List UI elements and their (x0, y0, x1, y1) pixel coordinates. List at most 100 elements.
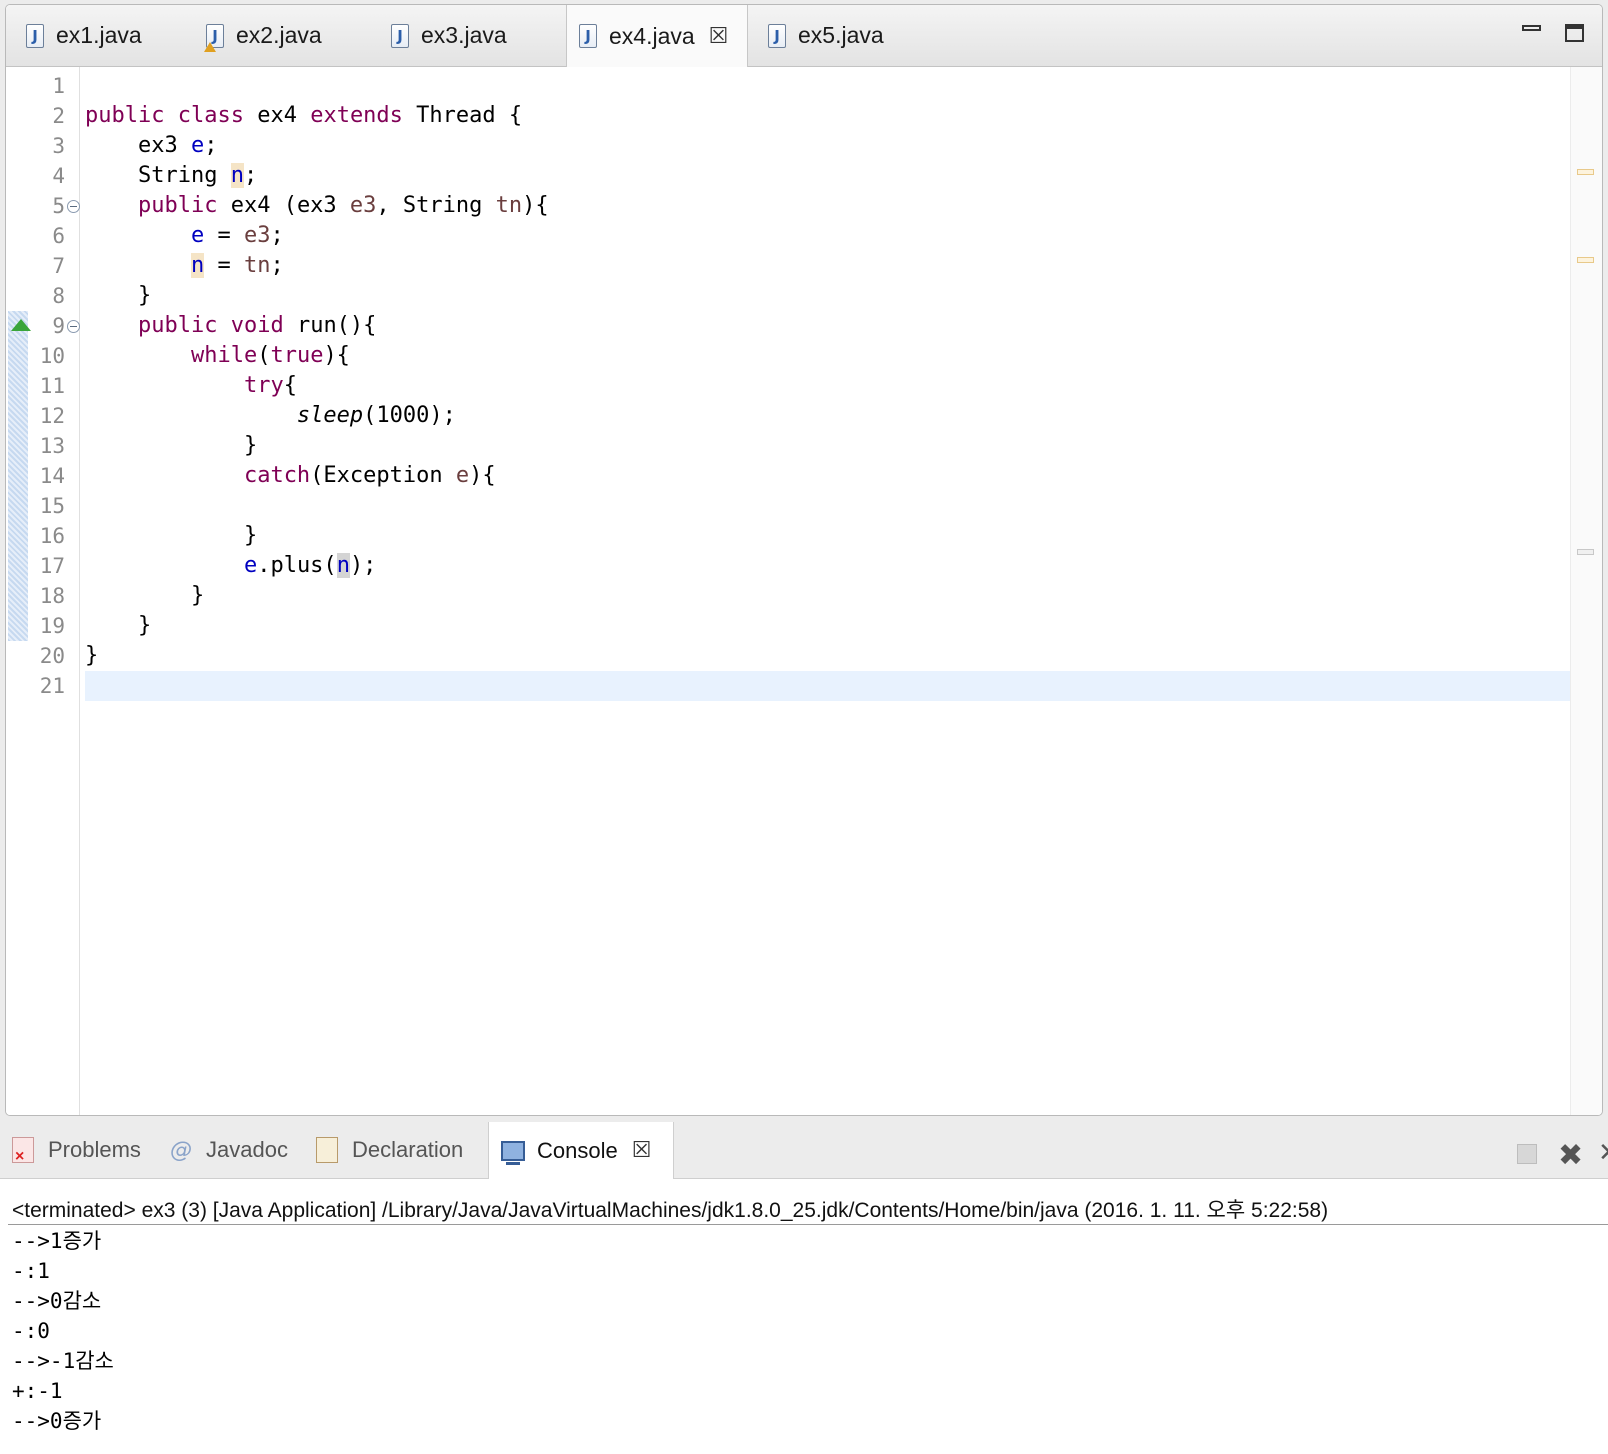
minimize-icon[interactable] (1522, 25, 1541, 31)
overview-ruler[interactable] (1570, 67, 1602, 1115)
code-line[interactable]: e.plus(n); (85, 551, 1570, 581)
console-launch-header: <terminated> ex3 (3) [Java Application] … (12, 1199, 1329, 1222)
tab-ex2-java[interactable]: J ex2.java (196, 5, 376, 66)
code-line[interactable]: try{ (85, 371, 1570, 401)
fold-collapse-icon[interactable] (67, 320, 80, 333)
line-number: 10 (39, 344, 65, 368)
code-line[interactable]: catch(Exception e){ (85, 461, 1570, 491)
code-line[interactable]: e = e3; (85, 221, 1570, 251)
line-number: 4 (52, 164, 65, 188)
code-line[interactable]: public void run(){ (85, 311, 1570, 341)
code-line[interactable]: } (85, 611, 1570, 641)
line-number: 2 (52, 104, 65, 128)
code-line[interactable]: } (85, 521, 1570, 551)
code-token: } (85, 583, 205, 608)
code-token: tn (243, 253, 271, 278)
code-line[interactable] (85, 491, 1570, 521)
code-line[interactable]: } (85, 431, 1570, 461)
maximize-icon[interactable] (1565, 24, 1584, 42)
close-tab-icon[interactable]: ☒ (709, 24, 729, 49)
tab-ex3-java[interactable]: J ex3.java (381, 5, 561, 66)
code-line[interactable]: String n; (85, 161, 1570, 191)
code-line[interactable] (85, 71, 1570, 101)
code-token: while (190, 343, 258, 368)
console-output-line: -:1 (12, 1259, 50, 1283)
code-token: = (204, 253, 244, 278)
code-line[interactable]: public class ex4 extends Thread { (85, 101, 1570, 131)
occurrence-marker[interactable] (1577, 257, 1594, 263)
fold-collapse-icon[interactable] (67, 200, 80, 213)
tab-problems[interactable]: Problems (12, 1122, 141, 1178)
code-token: ex3 (85, 133, 191, 158)
code-token: e (243, 553, 258, 578)
code-token: = (204, 223, 244, 248)
console-output-line: -:0 (12, 1319, 50, 1343)
java-file-icon: J (579, 24, 597, 48)
code-line[interactable]: } (85, 281, 1570, 311)
code-token: ){ (323, 343, 350, 368)
override-indicator-icon[interactable] (11, 319, 31, 331)
tab-label: Console (537, 1137, 618, 1163)
code-token: n (230, 163, 244, 188)
code-token: ); (349, 553, 377, 578)
java-file-warning-icon: J (204, 23, 224, 52)
tab-declaration[interactable]: Declaration (316, 1122, 463, 1178)
code-token: e (455, 463, 470, 488)
code-token: extends (310, 103, 403, 128)
code-token: String (85, 163, 231, 188)
code-line[interactable]: while(true){ (85, 341, 1570, 371)
tab-javadoc[interactable]: @ Javadoc (170, 1122, 288, 1178)
code-token: } (85, 643, 99, 668)
code-line[interactable]: } (85, 641, 1570, 671)
code-line[interactable]: } (85, 581, 1570, 611)
occurrence-marker[interactable] (1577, 549, 1594, 555)
line-number: 5 (52, 194, 65, 218)
code-token: ex4 (243, 103, 311, 128)
declaration-icon (316, 1137, 338, 1163)
tab-label: ex2.java (236, 22, 322, 48)
occurrence-marker[interactable] (1577, 169, 1594, 175)
console-output-line: -->0증가 (12, 1409, 102, 1433)
code-token: public (85, 103, 165, 128)
code-line[interactable]: n = tn; (85, 251, 1570, 281)
code-token: ( (257, 343, 271, 368)
code-token: public (137, 313, 218, 338)
code-token: ){ (522, 193, 549, 218)
console-output[interactable]: -->1증가 -:1 -->0감소 -:0 -->-1감소 +:-1 -->0증가 (12, 1226, 114, 1436)
code-token: n (336, 553, 350, 578)
code-token: Thread { (402, 103, 523, 128)
code-editor[interactable]: public class ex4 extends Thread { ex3 e;… (85, 67, 1570, 1115)
line-number: 17 (39, 554, 65, 578)
code-line[interactable] (85, 671, 1570, 701)
terminate-icon[interactable] (1517, 1144, 1537, 1164)
tab-console[interactable]: Console ☒ (488, 1122, 674, 1179)
code-token: ){ (469, 463, 496, 488)
line-number: 3 (52, 134, 65, 158)
close-tab-icon[interactable]: ☒ (632, 1138, 652, 1163)
console-output-line: -->-1감소 (12, 1349, 114, 1373)
line-number: 6 (52, 224, 65, 248)
code-line[interactable]: ex3 e; (85, 131, 1570, 161)
line-number: 15 (39, 494, 65, 518)
code-token: ex4 (ex3 (217, 193, 350, 218)
code-token: class (177, 103, 244, 128)
tab-ex5-java[interactable]: J ex5.java (758, 5, 938, 66)
remove-launch-icon[interactable]: ✖ (1558, 1138, 1583, 1173)
tab-ex1-java[interactable]: J ex1.java (16, 5, 196, 66)
code-line[interactable]: public ex4 (ex3 e3, String tn){ (85, 191, 1570, 221)
code-token: } (85, 283, 152, 308)
line-number: 9 (52, 314, 65, 338)
editor-pane: J ex1.java J ex2.java J ex3.java J ex4.j… (5, 4, 1603, 1116)
tab-ex4-java[interactable]: J ex4.java ☒ (566, 5, 748, 67)
code-token: { (283, 373, 297, 398)
code-line[interactable]: sleep(1000); (85, 401, 1570, 431)
console-output-line: +:-1 (12, 1379, 63, 1403)
remove-all-launches-icon[interactable]: ✕ (1598, 1138, 1608, 1168)
